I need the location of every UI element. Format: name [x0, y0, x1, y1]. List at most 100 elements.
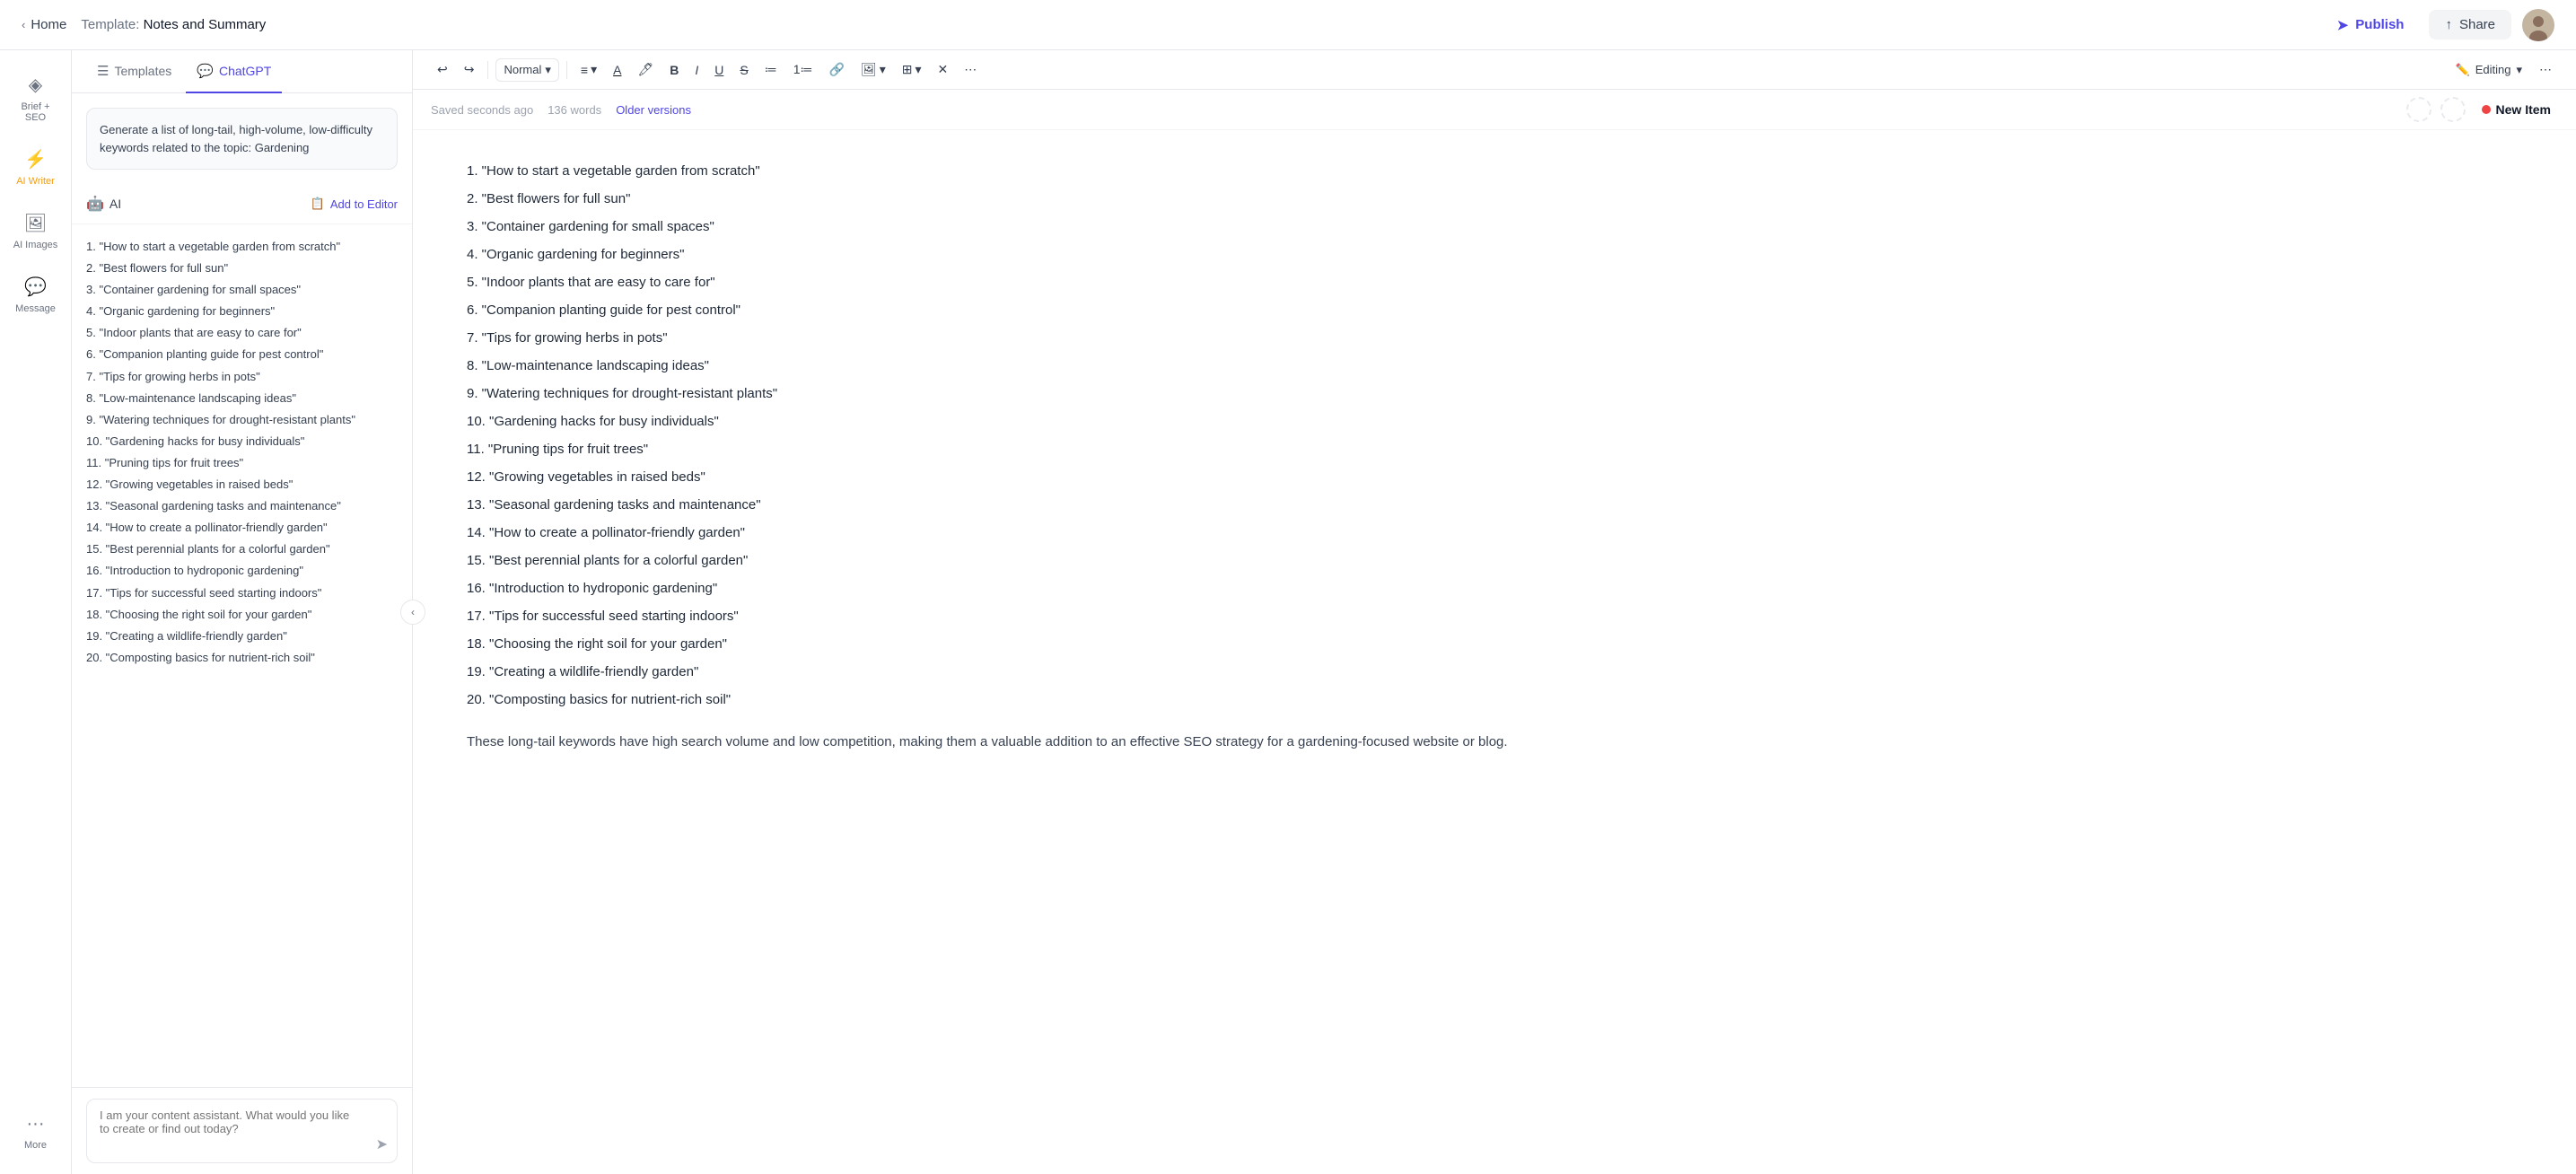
list-item: 2. "Best flowers for full sun"	[467, 187, 2522, 211]
templates-icon: ☰	[97, 63, 109, 79]
chatgpt-icon: 💬	[197, 63, 214, 79]
image-icon: 🖼	[861, 62, 877, 77]
ai-list-item: 5. "Indoor plants that are easy to care …	[86, 323, 398, 343]
publish-label: Publish	[2355, 17, 2404, 32]
panel-collapse-button[interactable]: ‹	[400, 600, 425, 625]
sidebar-item-ai-images[interactable]: 🖼 AI Images	[5, 203, 66, 259]
list-item: 3. "Container gardening for small spaces…	[467, 215, 2522, 239]
clear-format-button[interactable]: ✕	[932, 57, 955, 82]
home-link[interactable]: ‹ Home	[22, 17, 66, 32]
align-button[interactable]: ≡ ▾	[574, 57, 603, 82]
style-selector[interactable]: Normal ▾	[495, 58, 558, 82]
ai-content: 1. "How to start a vegetable garden from…	[72, 224, 412, 1087]
add-to-editor-label: Add to Editor	[330, 197, 398, 211]
style-label: Normal	[504, 63, 541, 76]
ellipsis-icon: ⋯	[2539, 62, 2552, 77]
ai-list-item: 19. "Creating a wildlife-friendly garden…	[86, 626, 398, 646]
editor-content[interactable]: 1. "How to start a vegetable garden from…	[413, 130, 2576, 1174]
sidebar-item-label-ai-images: AI Images	[13, 240, 58, 250]
list-item: 15. "Best perennial plants for a colorfu…	[467, 548, 2522, 573]
underline-button[interactable]: U	[708, 58, 730, 82]
sidebar-item-brief-seo[interactable]: ◈ Brief + SEO	[5, 65, 66, 132]
older-versions-link[interactable]: Older versions	[616, 103, 691, 117]
bold-button[interactable]: B	[663, 58, 685, 82]
chevron-down-icon-editing: ▾	[2516, 63, 2522, 77]
top-bar-left: ‹ Home Template: Notes and Summary	[22, 17, 266, 33]
redo-button[interactable]: ↪	[458, 57, 481, 82]
chat-input[interactable]	[100, 1108, 361, 1149]
ai-writer-icon: ⚡	[24, 148, 47, 171]
pencil-icon: ✏️	[2456, 63, 2470, 77]
message-icon: 💬	[24, 276, 47, 298]
list-item: 13. "Seasonal gardening tasks and mainte…	[467, 493, 2522, 517]
strikethrough-button[interactable]: S	[733, 58, 754, 82]
new-item-button[interactable]: New Item	[2475, 99, 2558, 120]
sidebar-item-more[interactable]: ··· More	[5, 1105, 66, 1160]
list-item: 20. "Composting basics for nutrient-rich…	[467, 688, 2522, 712]
text-color-button[interactable]: A	[607, 58, 627, 82]
tab-templates[interactable]: ☰ Templates	[86, 50, 182, 93]
ai-list-item: 7. "Tips for growing herbs in pots"	[86, 367, 398, 387]
home-label: Home	[31, 17, 66, 32]
sidebar-item-label-brief-seo: Brief + SEO	[13, 101, 59, 123]
highlight-button[interactable]: 🖊	[631, 57, 660, 82]
more-options-button[interactable]: ⋯	[958, 57, 983, 82]
italic-icon: I	[695, 63, 698, 77]
editor-more-options[interactable]: ⋯	[2533, 57, 2558, 82]
ai-list-item: 15. "Best perennial plants for a colorfu…	[86, 539, 398, 559]
ai-list-item: 4. "Organic gardening for beginners"	[86, 302, 398, 321]
user-avatar[interactable]	[2522, 9, 2554, 41]
editor-meta-left: Saved seconds ago 136 words Older versio…	[431, 103, 691, 117]
sidebar-item-label-ai-writer: AI Writer	[16, 176, 55, 187]
editing-mode-button[interactable]: ✏️ Editing ▾	[2449, 59, 2529, 81]
ai-list-item: 20. "Composting basics for nutrient-rich…	[86, 648, 398, 668]
link-button[interactable]: 🔗	[823, 57, 851, 82]
share-label: Share	[2459, 17, 2495, 32]
italic-button[interactable]: I	[688, 58, 705, 82]
list-item: 9. "Watering techniques for drought-resi…	[467, 381, 2522, 406]
publish-button[interactable]: ➤ Publish	[2323, 10, 2419, 40]
list-item: 11. "Pruning tips for fruit trees"	[467, 437, 2522, 461]
ai-list-item: 8. "Low-maintenance landscaping ideas"	[86, 389, 398, 408]
toolbar-separator-1	[487, 61, 488, 79]
sidebar-item-label-more: More	[24, 1140, 47, 1151]
sidebar-item-message[interactable]: 💬 Message	[5, 267, 66, 323]
chevron-down-icon-align: ▾	[591, 62, 597, 77]
bullet-list-button[interactable]: ≔	[758, 57, 784, 82]
image-button[interactable]: 🖼 ▾	[854, 57, 892, 82]
send-button[interactable]: ➤	[376, 1135, 388, 1153]
toolbar-separator-2	[566, 61, 567, 79]
ai-list-item: 18. "Choosing the right soil for your ga…	[86, 605, 398, 625]
ai-list-item: 16. "Introduction to hydroponic gardenin…	[86, 561, 398, 581]
list-item: 4. "Organic gardening for beginners"	[467, 242, 2522, 267]
list-item: 10. "Gardening hacks for busy individual…	[467, 409, 2522, 434]
ordered-list-button[interactable]: 1≔	[787, 57, 819, 82]
template-name: Notes and Summary	[144, 17, 267, 32]
chat-input-area: ➤	[72, 1087, 412, 1174]
chevron-left-icon: ‹	[411, 606, 415, 618]
list-item: 14. "How to create a pollinator-friendly…	[467, 521, 2522, 545]
prompt-text: Generate a list of long-tail, high-volum…	[100, 123, 372, 154]
share-icon: ↑	[2445, 17, 2452, 32]
sidebar-item-ai-writer[interactable]: ⚡ AI Writer	[5, 139, 66, 196]
ai-list-item: 3. "Container gardening for small spaces…	[86, 280, 398, 300]
sidebar-icons: ◈ Brief + SEO ⚡ AI Writer 🖼 AI Images 💬 …	[0, 50, 72, 1174]
table-button[interactable]: ⊞ ▾	[896, 57, 928, 82]
ai-images-icon: 🖼	[24, 212, 47, 234]
tab-chatgpt[interactable]: 💬 ChatGPT	[186, 50, 282, 93]
share-button[interactable]: ↑ Share	[2429, 10, 2511, 39]
undo-button[interactable]: ↩	[431, 57, 454, 82]
underline-icon: U	[714, 63, 723, 77]
list-item: 16. "Introduction to hydroponic gardenin…	[467, 576, 2522, 600]
undo-icon: ↩	[437, 62, 448, 77]
left-panel: ☰ Templates 💬 ChatGPT Generate a list of…	[72, 50, 413, 1174]
list-item: 6. "Companion planting guide for pest co…	[467, 298, 2522, 322]
app-layout: ◈ Brief + SEO ⚡ AI Writer 🖼 AI Images 💬 …	[0, 50, 2576, 1174]
new-item-dot	[2482, 105, 2491, 114]
add-to-editor-button[interactable]: 📋 Add to Editor	[311, 197, 398, 211]
prompt-box: Generate a list of long-tail, high-volum…	[86, 108, 398, 170]
brief-seo-icon: ◈	[29, 74, 42, 96]
ai-list-item: 9. "Watering techniques for drought-resi…	[86, 410, 398, 430]
list-item: 17. "Tips for successful seed starting i…	[467, 604, 2522, 628]
ai-list-item: 17. "Tips for successful seed starting i…	[86, 583, 398, 603]
